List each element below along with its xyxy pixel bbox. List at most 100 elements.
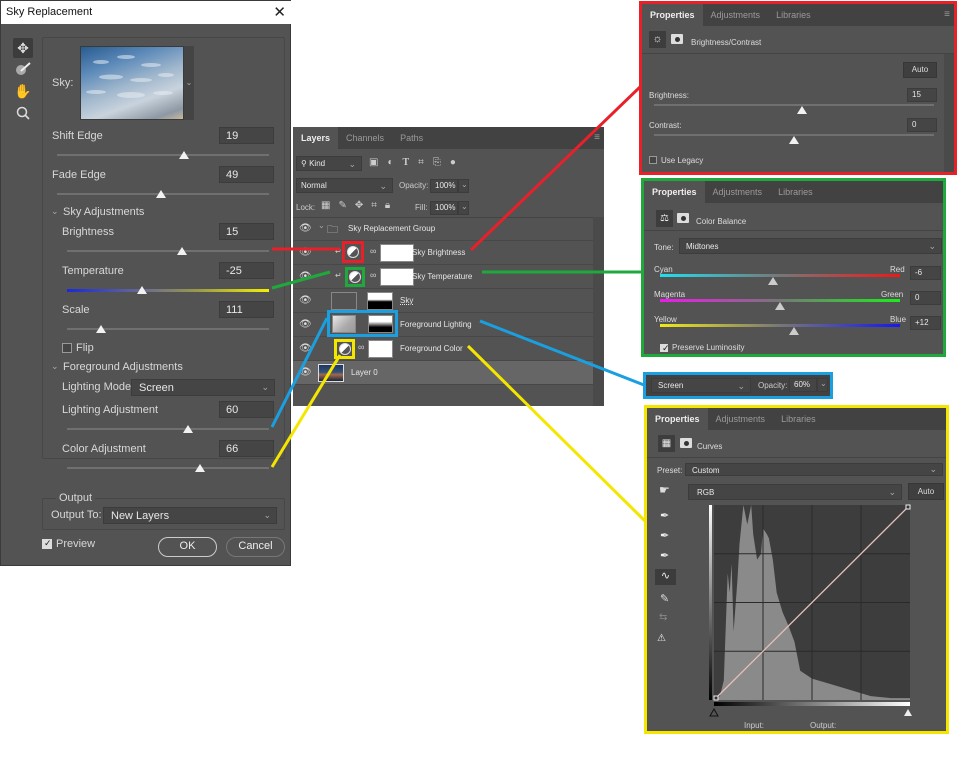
sky-thumbnail[interactable] xyxy=(80,46,184,120)
white-point-slider[interactable] xyxy=(904,709,912,716)
filter-kind-select[interactable]: ⚲ Kind ⌄ xyxy=(296,156,362,171)
link-icon[interactable]: ∞ xyxy=(370,246,376,256)
visibility-eye-icon[interactable]: 👁︎ xyxy=(299,319,312,330)
visibility-eye-icon[interactable]: 👁︎ xyxy=(299,343,312,354)
adjustment-filter-icon[interactable]: ◐ xyxy=(387,157,393,168)
curve-point-black[interactable] xyxy=(713,695,719,701)
blend-mode-select[interactable]: Screen ⌄ xyxy=(651,378,751,393)
tab-adjustments[interactable]: Adjustments xyxy=(703,4,769,26)
hand-icon[interactable]: ✋ xyxy=(13,81,33,101)
layers-scrollbar[interactable] xyxy=(593,217,604,406)
link-icon[interactable]: ∞ xyxy=(370,270,376,280)
tab-paths[interactable]: Paths xyxy=(392,127,431,149)
blend-mode-select[interactable]: Normal ⌄ xyxy=(296,178,393,193)
tab-channels[interactable]: Channels xyxy=(338,127,392,149)
shift-edge-slider[interactable] xyxy=(57,151,269,159)
slider-thumb[interactable] xyxy=(155,190,166,198)
slider-thumb[interactable] xyxy=(767,277,778,285)
white-eyedropper-icon[interactable]: ✒ xyxy=(660,549,669,562)
tab-properties[interactable]: Properties xyxy=(642,4,703,26)
slider-thumb[interactable] xyxy=(797,106,808,114)
tab-properties[interactable]: Properties xyxy=(644,181,705,203)
ok-button[interactable]: OK xyxy=(158,537,217,557)
brightness-input[interactable]: 15 xyxy=(219,223,274,240)
layer-thumbnail[interactable] xyxy=(318,364,344,382)
panel-menu-icon[interactable]: ≡ xyxy=(594,132,600,143)
lock-artboard-icon[interactable]: ⌗ xyxy=(371,200,377,211)
visibility-eye-icon[interactable]: 👁︎ xyxy=(299,367,312,378)
layer-row-layer-0[interactable]: 👁︎ Layer 0 xyxy=(293,361,593,385)
channel-select[interactable]: RGB ⌄ xyxy=(688,484,902,500)
preserve-luminosity-checkbox[interactable] xyxy=(660,343,670,354)
yellow-blue-slider[interactable] xyxy=(660,324,900,335)
slider-thumb[interactable] xyxy=(96,325,107,333)
contrast-slider[interactable] xyxy=(654,134,934,144)
layer-row-sky-temperature[interactable]: 👁︎ ↵ ∞ Sky Temperature xyxy=(293,265,593,289)
cyan-red-slider[interactable] xyxy=(660,274,900,285)
layer-mask-thumbnail[interactable] xyxy=(380,268,414,286)
opacity-input[interactable]: 100% xyxy=(430,179,458,193)
tone-select[interactable]: Midtones ⌄ xyxy=(679,238,942,254)
temperature-slider[interactable] xyxy=(67,286,269,294)
layer-row-foreground-color[interactable]: 👁︎ ∞ Foreground Color xyxy=(293,337,593,361)
temperature-input[interactable]: -25 xyxy=(219,262,274,279)
pencil-icon[interactable]: ✎ xyxy=(660,592,669,605)
yellow-blue-input[interactable]: +12 xyxy=(910,316,941,330)
shift-edge-input[interactable]: 19 xyxy=(219,127,274,144)
tab-properties[interactable]: Properties xyxy=(647,408,708,430)
scale-slider[interactable] xyxy=(67,325,269,333)
color-adjustment-input[interactable]: 66 xyxy=(219,440,274,457)
layer-thumbnail[interactable] xyxy=(332,315,356,333)
auto-button[interactable]: Auto xyxy=(908,483,944,500)
slider-thumb[interactable] xyxy=(183,425,194,433)
layer-mask-thumbnail[interactable] xyxy=(380,244,414,262)
opacity-dropdown-icon[interactable]: ⌄ xyxy=(817,378,828,392)
use-legacy-checkbox[interactable] xyxy=(649,156,657,164)
pixel-filter-icon[interactable]: ▣ xyxy=(369,157,378,168)
filter-toggle-icon[interactable]: ● xyxy=(450,157,456,168)
sky-brush-icon[interactable] xyxy=(13,59,33,79)
scale-input[interactable]: 111 xyxy=(219,301,274,318)
black-point-slider[interactable] xyxy=(709,707,719,717)
sky-adjustments-header[interactable]: Sky Adjustments xyxy=(63,206,144,218)
layer-row-sky-brightness[interactable]: 👁︎ ↵ ∞ Sky Brightness xyxy=(293,241,593,265)
tab-libraries[interactable]: Libraries xyxy=(773,408,824,430)
slider-thumb[interactable] xyxy=(789,327,800,335)
visibility-eye-icon[interactable]: 👁︎ xyxy=(299,295,312,306)
mask-icon[interactable] xyxy=(680,438,692,448)
group-chevron-icon[interactable]: ⌄ xyxy=(318,221,325,230)
mask-icon[interactable] xyxy=(677,213,689,223)
mask-icon[interactable] xyxy=(671,34,683,44)
magenta-green-slider[interactable] xyxy=(660,299,900,310)
fill-dropdown-icon[interactable]: ⌄ xyxy=(458,201,469,215)
layer-mask-thumbnail[interactable] xyxy=(368,315,393,333)
sky-dropdown-chevron-icon[interactable]: ⌄ xyxy=(184,46,194,120)
black-eyedropper-icon[interactable]: ✒ xyxy=(660,509,669,522)
lighting-adjustment-input[interactable]: 60 xyxy=(219,401,274,418)
clipping-warning-icon[interactable]: ⚠ xyxy=(657,633,666,644)
opacity-input[interactable]: 60% xyxy=(789,378,817,392)
slider-thumb[interactable] xyxy=(789,136,799,144)
tab-layers[interactable]: Layers xyxy=(293,127,339,149)
brightness-slider[interactable] xyxy=(654,104,934,114)
slider-thumb[interactable] xyxy=(177,247,188,255)
fill-input[interactable]: 100% xyxy=(430,201,458,215)
contrast-input[interactable]: 0 xyxy=(907,118,937,132)
close-icon[interactable]: ✕ xyxy=(273,3,286,21)
move-sky-icon[interactable]: ✥ xyxy=(13,38,33,58)
brightness-input[interactable]: 15 xyxy=(907,88,937,102)
layer-row-foreground-lighting[interactable]: 👁︎ Foreground Lighting xyxy=(293,310,593,337)
layer-mask-thumbnail[interactable] xyxy=(367,292,393,310)
adjustment-layer-icon[interactable] xyxy=(347,246,359,258)
adjustment-layer-icon[interactable] xyxy=(349,271,361,283)
slider-thumb[interactable] xyxy=(195,464,206,472)
sky-adjustments-chevron-icon[interactable]: ⌄ xyxy=(51,206,59,217)
lock-position-icon[interactable]: ✥ xyxy=(355,200,363,211)
curve-point-icon[interactable]: ∿ xyxy=(655,569,676,585)
visibility-eye-icon[interactable]: 👁︎ xyxy=(299,271,312,282)
preview-checkbox[interactable] xyxy=(42,538,52,549)
shape-filter-icon[interactable]: ⌗ xyxy=(418,157,424,168)
smooth-icon[interactable]: ⇆ xyxy=(659,612,667,623)
flip-checkbox[interactable] xyxy=(62,343,72,353)
fade-edge-slider[interactable] xyxy=(57,190,269,198)
